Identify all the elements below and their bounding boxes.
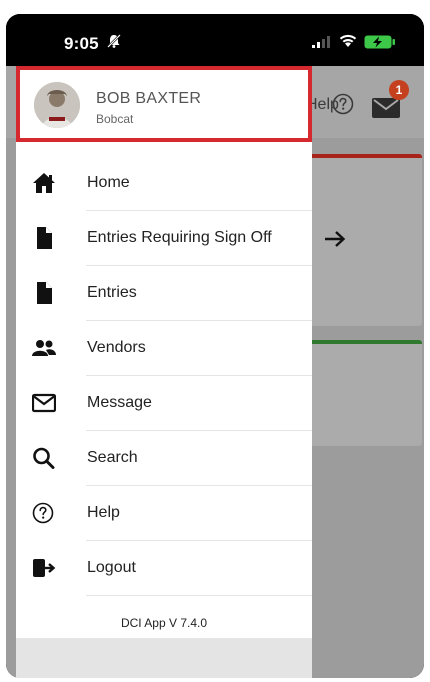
menu-item-entries-requiring-sign-off[interactable]: Entries Requiring Sign Off (16, 211, 312, 266)
profile-header[interactable]: BOB BAXTER Bobcat (16, 66, 312, 142)
bell-slash-icon (107, 34, 121, 48)
status-time: 9:05 (64, 34, 99, 53)
help-circle-icon (32, 502, 54, 524)
search-icon (33, 447, 55, 469)
document-icon (37, 282, 52, 304)
users-icon (32, 340, 56, 356)
arrow-right-icon[interactable] (324, 230, 346, 248)
avatar-image (34, 82, 80, 128)
menu-item-label: Entries Requiring Sign Off (87, 229, 272, 246)
document-icon (37, 227, 52, 249)
app-version: DCI App V 7.4.0 (120, 616, 208, 630)
help-circle-icon[interactable] (332, 93, 354, 115)
menu-item-label: Home (87, 174, 130, 191)
menu-item-label: Search (87, 449, 138, 466)
mail-icon[interactable] (372, 98, 400, 118)
status-bar: 9:05 (6, 14, 424, 66)
menu-item-message[interactable]: Message (16, 376, 312, 431)
drawer-footer-band (16, 638, 312, 678)
menu-item-label: Message (87, 394, 152, 411)
menu-item-home[interactable]: Home (16, 156, 312, 211)
signal-icon (312, 36, 330, 48)
logout-icon (33, 559, 56, 577)
menu-item-entries[interactable]: Entries (16, 266, 312, 321)
menu-item-label: Vendors (87, 339, 146, 356)
envelope-icon (32, 393, 56, 413)
menu-item-help[interactable]: Help (16, 486, 312, 541)
menu-item-logout[interactable]: Logout (16, 541, 312, 596)
notification-badge: 1 (389, 80, 409, 100)
profile-subtitle: Bobcat (96, 112, 134, 126)
menu-item-vendors[interactable]: Vendors (16, 321, 312, 376)
profile-name: BOB BAXTER (96, 90, 202, 107)
menu-item-label: Entries (87, 284, 137, 301)
menu-item-label: Help (87, 504, 120, 521)
phone-screen: 9:05 Help 1 BOB BAXTER Bobcat Home Entri… (6, 14, 424, 678)
home-icon (33, 173, 55, 193)
menu-item-search[interactable]: Search (16, 431, 312, 486)
dashboard-card[interactable] (306, 340, 422, 446)
navigation-drawer: BOB BAXTER Bobcat Home Entries Requiring… (16, 66, 312, 678)
menu-item-label: Logout (87, 559, 136, 576)
phone-frame: 9:05 Help 1 BOB BAXTER Bobcat Home Entri… (0, 0, 430, 682)
battery-charging-icon (364, 35, 395, 49)
avatar (34, 82, 80, 128)
wifi-icon (339, 34, 357, 47)
